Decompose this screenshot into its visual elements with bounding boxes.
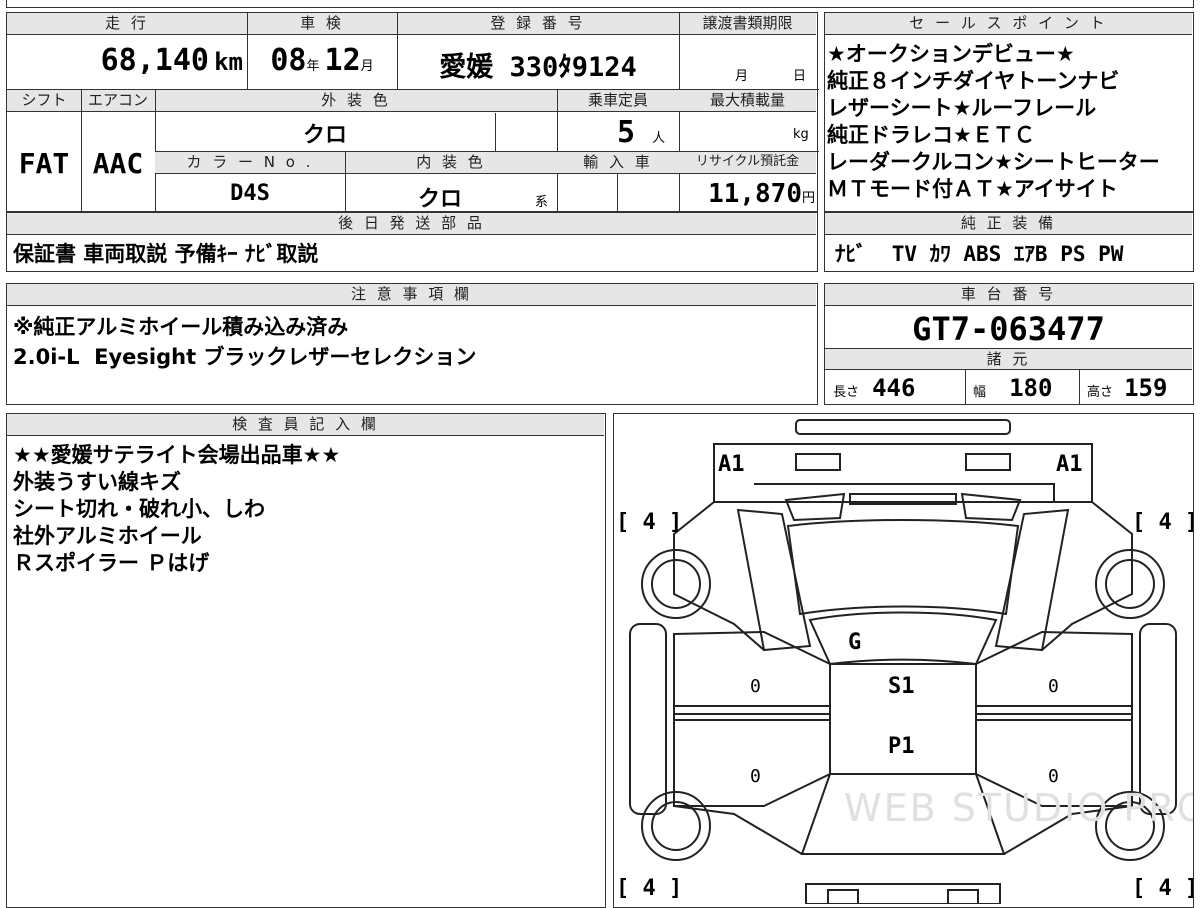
- door-rear-left: 0: [750, 766, 761, 787]
- inspector-list: ★★愛媛サテライト会場出品車★★ 外装うすい線キズ シート切れ・破れ小、しわ 社…: [13, 442, 340, 577]
- import-header: 輸 入 車: [557, 152, 679, 174]
- width-cell: 幅 180: [973, 374, 1052, 402]
- capacity-unit: 人: [652, 131, 666, 146]
- inspector-box: 検 査 員 記 入 欄 ★★愛媛サテライト会場出品車★★ 外装うすい線キズ シー…: [6, 413, 606, 908]
- tire-rear-left: [ 4 ]: [616, 876, 683, 901]
- inspector-line: 外装うすい線キズ: [13, 470, 181, 494]
- dimensions-header: 諸 元: [825, 348, 1192, 370]
- chassis-header: 車 台 番 号: [825, 284, 1192, 306]
- inspection-header: 車 検: [247, 13, 397, 35]
- max-load-header: 最大積載量: [679, 90, 816, 112]
- sales-point-line: ★オークションデビュー★: [827, 42, 1075, 66]
- height-value: 159: [1124, 374, 1168, 402]
- width-value: 180: [1009, 374, 1053, 402]
- basic-info-table: 走 行 車 検 登 録 番 号 譲渡書類期限 68,140 km 08年 12月…: [6, 12, 819, 213]
- int-color-header: 内 装 色: [345, 152, 557, 174]
- sales-point-line: ＭＴモード付ＡＴ★アイサイト: [827, 177, 1118, 201]
- sales-point-line: 純正８インチダイヤトーンナビ: [827, 69, 1120, 93]
- registration-header: 登 録 番 号: [397, 13, 679, 35]
- int-color-value: クロ: [417, 187, 462, 212]
- color-no-value: D4S: [230, 181, 270, 206]
- sales-points-box: セ ー ル ス ポ イ ン ト ★オークションデビュー★ 純正８インチダイヤトー…: [824, 12, 1194, 212]
- mark-paint: P1: [888, 734, 915, 759]
- inspection-year: 08: [270, 43, 307, 78]
- mileage-value: 68,140: [100, 43, 209, 78]
- car-diagram-box: WEB STUDIO PRO A1 A1 [ 4 ] [ 4 ] [ 4 ] […: [613, 413, 1194, 908]
- recycle-value: 11,870: [708, 179, 802, 209]
- aircon-value: AAC: [92, 147, 144, 180]
- length-label: 長さ: [833, 385, 860, 400]
- notes-header: 注 意 事 項 欄: [7, 284, 816, 306]
- mark-seat: S1: [888, 674, 915, 699]
- inspection-month: 12: [324, 43, 361, 78]
- note-line: 2.0i-L Eyesight ブラックレザーセレクション: [13, 345, 477, 369]
- registration-number: 愛媛 330ﾀ9124: [439, 52, 637, 83]
- length-cell: 長さ 446: [833, 374, 915, 402]
- recycle-unit: 円: [801, 191, 815, 206]
- ext-color-header: 外 装 色: [155, 90, 557, 112]
- inspector-header: 検 査 員 記 入 欄: [7, 414, 604, 436]
- later-shipping-value: 保証書 車両取説 予備ｷｰ ﾅﾋﾞ取説: [13, 242, 319, 266]
- height-label: 高さ: [1087, 385, 1114, 400]
- inspection-year-unit: 年: [306, 59, 320, 74]
- sales-points-list: ★オークションデビュー★ 純正８インチダイヤトーンナビ レザーシート★ルーフレー…: [827, 41, 1160, 203]
- shift-header: シフト: [7, 90, 81, 112]
- recycle-cell: 11,870円: [679, 179, 815, 209]
- inspector-line: シート切れ・破れ小、しわ: [13, 497, 265, 521]
- door-front-right: 0: [1048, 676, 1059, 697]
- ext-color-value: クロ: [302, 123, 347, 148]
- color-no-header: カ ラ ー N o .: [155, 152, 345, 174]
- recycle-header: リサイクル預託金: [679, 152, 816, 174]
- inspector-line: Ｒスポイラー Ｐはげ: [13, 551, 210, 575]
- sales-point-line: 純正ドラレコ★ＥＴＣ: [827, 123, 1035, 147]
- genuine-equipment-value: ﾅﾋﾞ TV ｶﾜ ABS ｴｱB PS PW: [835, 242, 1124, 266]
- transfer-day-unit: 日: [793, 69, 807, 84]
- tire-rear-right: [ 4 ]: [1132, 876, 1194, 901]
- transfer-month-unit: 月: [735, 69, 749, 84]
- mileage-header: 走 行: [7, 13, 247, 35]
- mileage-cell: 68,140 km: [7, 43, 243, 83]
- tire-front-left: [ 4 ]: [616, 510, 683, 535]
- capacity-header: 乗車定員: [557, 90, 679, 112]
- later-shipping-header: 後 日 発 送 部 品: [7, 213, 816, 235]
- door-front-left: 0: [750, 676, 761, 697]
- chassis-number: GT7-063477: [912, 310, 1105, 348]
- capacity-cell: 5 人: [567, 115, 667, 150]
- chassis-box: 車 台 番 号 GT7-063477 諸 元 長さ 446 幅 180 高さ 1…: [824, 283, 1194, 405]
- mark-glass: G: [848, 630, 862, 655]
- top-cutoff-strip: [6, 0, 1194, 8]
- length-value: 446: [872, 374, 916, 402]
- int-color-suffix: 系: [535, 195, 549, 210]
- mileage-unit: km: [214, 48, 243, 76]
- sales-point-line: レザーシート★ルーフレール: [827, 96, 1097, 120]
- genuine-equipment-box: 純 正 装 備 ﾅﾋﾞ TV ｶﾜ ABS ｴｱB PS PW: [824, 212, 1194, 272]
- max-load-unit: kg: [793, 127, 809, 142]
- door-rear-right: 0: [1048, 766, 1059, 787]
- sales-points-header: セ ー ル ス ポ イ ン ト: [825, 13, 1192, 35]
- notes-box: 注 意 事 項 欄 ※純正アルミホイール積み込み済み 2.0i-L Eyesig…: [6, 283, 818, 405]
- shift-value: FAT: [18, 147, 70, 180]
- inspection-month-unit: 月: [360, 59, 374, 74]
- transfer-deadline-header: 譲渡書類期限: [679, 13, 816, 35]
- notes-list: ※純正アルミホイール積み込み済み 2.0i-L Eyesight ブラックレザー…: [13, 312, 476, 372]
- sales-point-line: レーダークルコン★シートヒーター: [827, 150, 1160, 174]
- aircon-header: エアコン: [81, 90, 155, 112]
- mark-front-left: A1: [718, 452, 745, 477]
- mark-front-right: A1: [1056, 452, 1083, 477]
- inspector-line: 社外アルミホイール: [13, 524, 202, 548]
- later-shipping-box: 後 日 発 送 部 品 保証書 車両取説 予備ｷｰ ﾅﾋﾞ取説: [6, 212, 818, 272]
- width-label: 幅: [973, 385, 987, 400]
- inspector-line: ★★愛媛サテライト会場出品車★★: [13, 443, 341, 467]
- car-outline-diagram: [629, 419, 1177, 904]
- watermark: WEB STUDIO PRO: [844, 786, 1194, 830]
- height-cell: 高さ 159: [1087, 374, 1167, 402]
- note-line: ※純正アルミホイール積み込み済み: [13, 315, 349, 339]
- genuine-equipment-header: 純 正 装 備: [825, 213, 1192, 235]
- inspection-cell: 08年 12月: [247, 43, 397, 83]
- tire-front-right: [ 4 ]: [1132, 510, 1194, 535]
- capacity-value: 5: [617, 115, 636, 150]
